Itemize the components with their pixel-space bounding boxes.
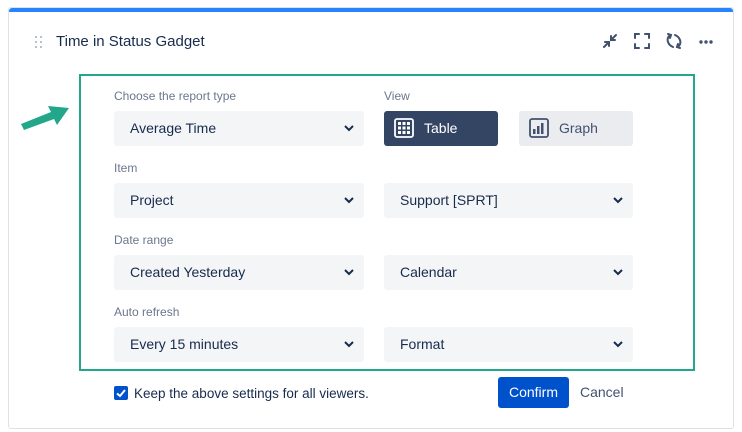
auto-refresh-label: Auto refresh [114,305,180,319]
view-graph-button[interactable]: Graph [519,111,633,146]
date-range-value: Created Yesterday [130,264,246,280]
gadget-title: Time in Status Gadget [56,33,205,50]
view-graph-label: Graph [559,120,598,136]
chevron-down-icon [344,197,354,204]
report-type-label: Choose the report type [114,89,237,103]
table-icon [394,118,414,138]
chevron-down-icon [344,341,354,348]
chevron-down-icon [344,269,354,276]
item-target-value: Support [SPRT] [400,192,498,208]
date-mode-select[interactable]: Calendar [384,255,633,290]
checkmark-icon [116,389,126,398]
item-type-select[interactable]: Project [114,183,364,218]
view-table-label: Table [424,120,458,136]
drag-handle-icon[interactable] [35,36,43,48]
report-type-value: Average Time [130,120,217,136]
chevron-down-icon [613,197,623,204]
keep-settings-label: Keep the above settings for all viewers. [134,386,369,401]
time-in-status-gadget: Time in Status Gadget Choose the report … [8,7,734,429]
view-label: View [384,89,410,103]
more-icon[interactable] [696,31,716,51]
date-range-select[interactable]: Created Yesterday [114,255,364,290]
item-target-select[interactable]: Support [SPRT] [384,183,633,218]
format-value: Format [400,336,445,352]
auto-refresh-value: Every 15 minutes [130,336,239,352]
chevron-down-icon [344,125,354,132]
item-label: Item [114,161,138,175]
cancel-button[interactable]: Cancel [580,377,624,408]
item-type-value: Project [130,192,174,208]
refresh-icon[interactable] [664,31,684,51]
gadget-top-bar [9,8,733,12]
fullscreen-icon[interactable] [632,31,652,51]
chevron-down-icon [613,341,623,348]
annotation-arrow-icon [17,94,77,132]
minimize-icon[interactable] [600,31,620,51]
format-select[interactable]: Format [384,327,633,362]
chevron-down-icon [613,269,623,276]
graph-icon [529,118,549,138]
keep-settings-checkbox[interactable] [114,386,128,400]
report-type-select[interactable]: Average Time [114,111,364,146]
date-range-label: Date range [114,233,174,247]
auto-refresh-select[interactable]: Every 15 minutes [114,327,364,362]
confirm-button[interactable]: Confirm [498,377,569,408]
view-table-button[interactable]: Table [384,111,498,146]
date-mode-value: Calendar [400,264,457,280]
